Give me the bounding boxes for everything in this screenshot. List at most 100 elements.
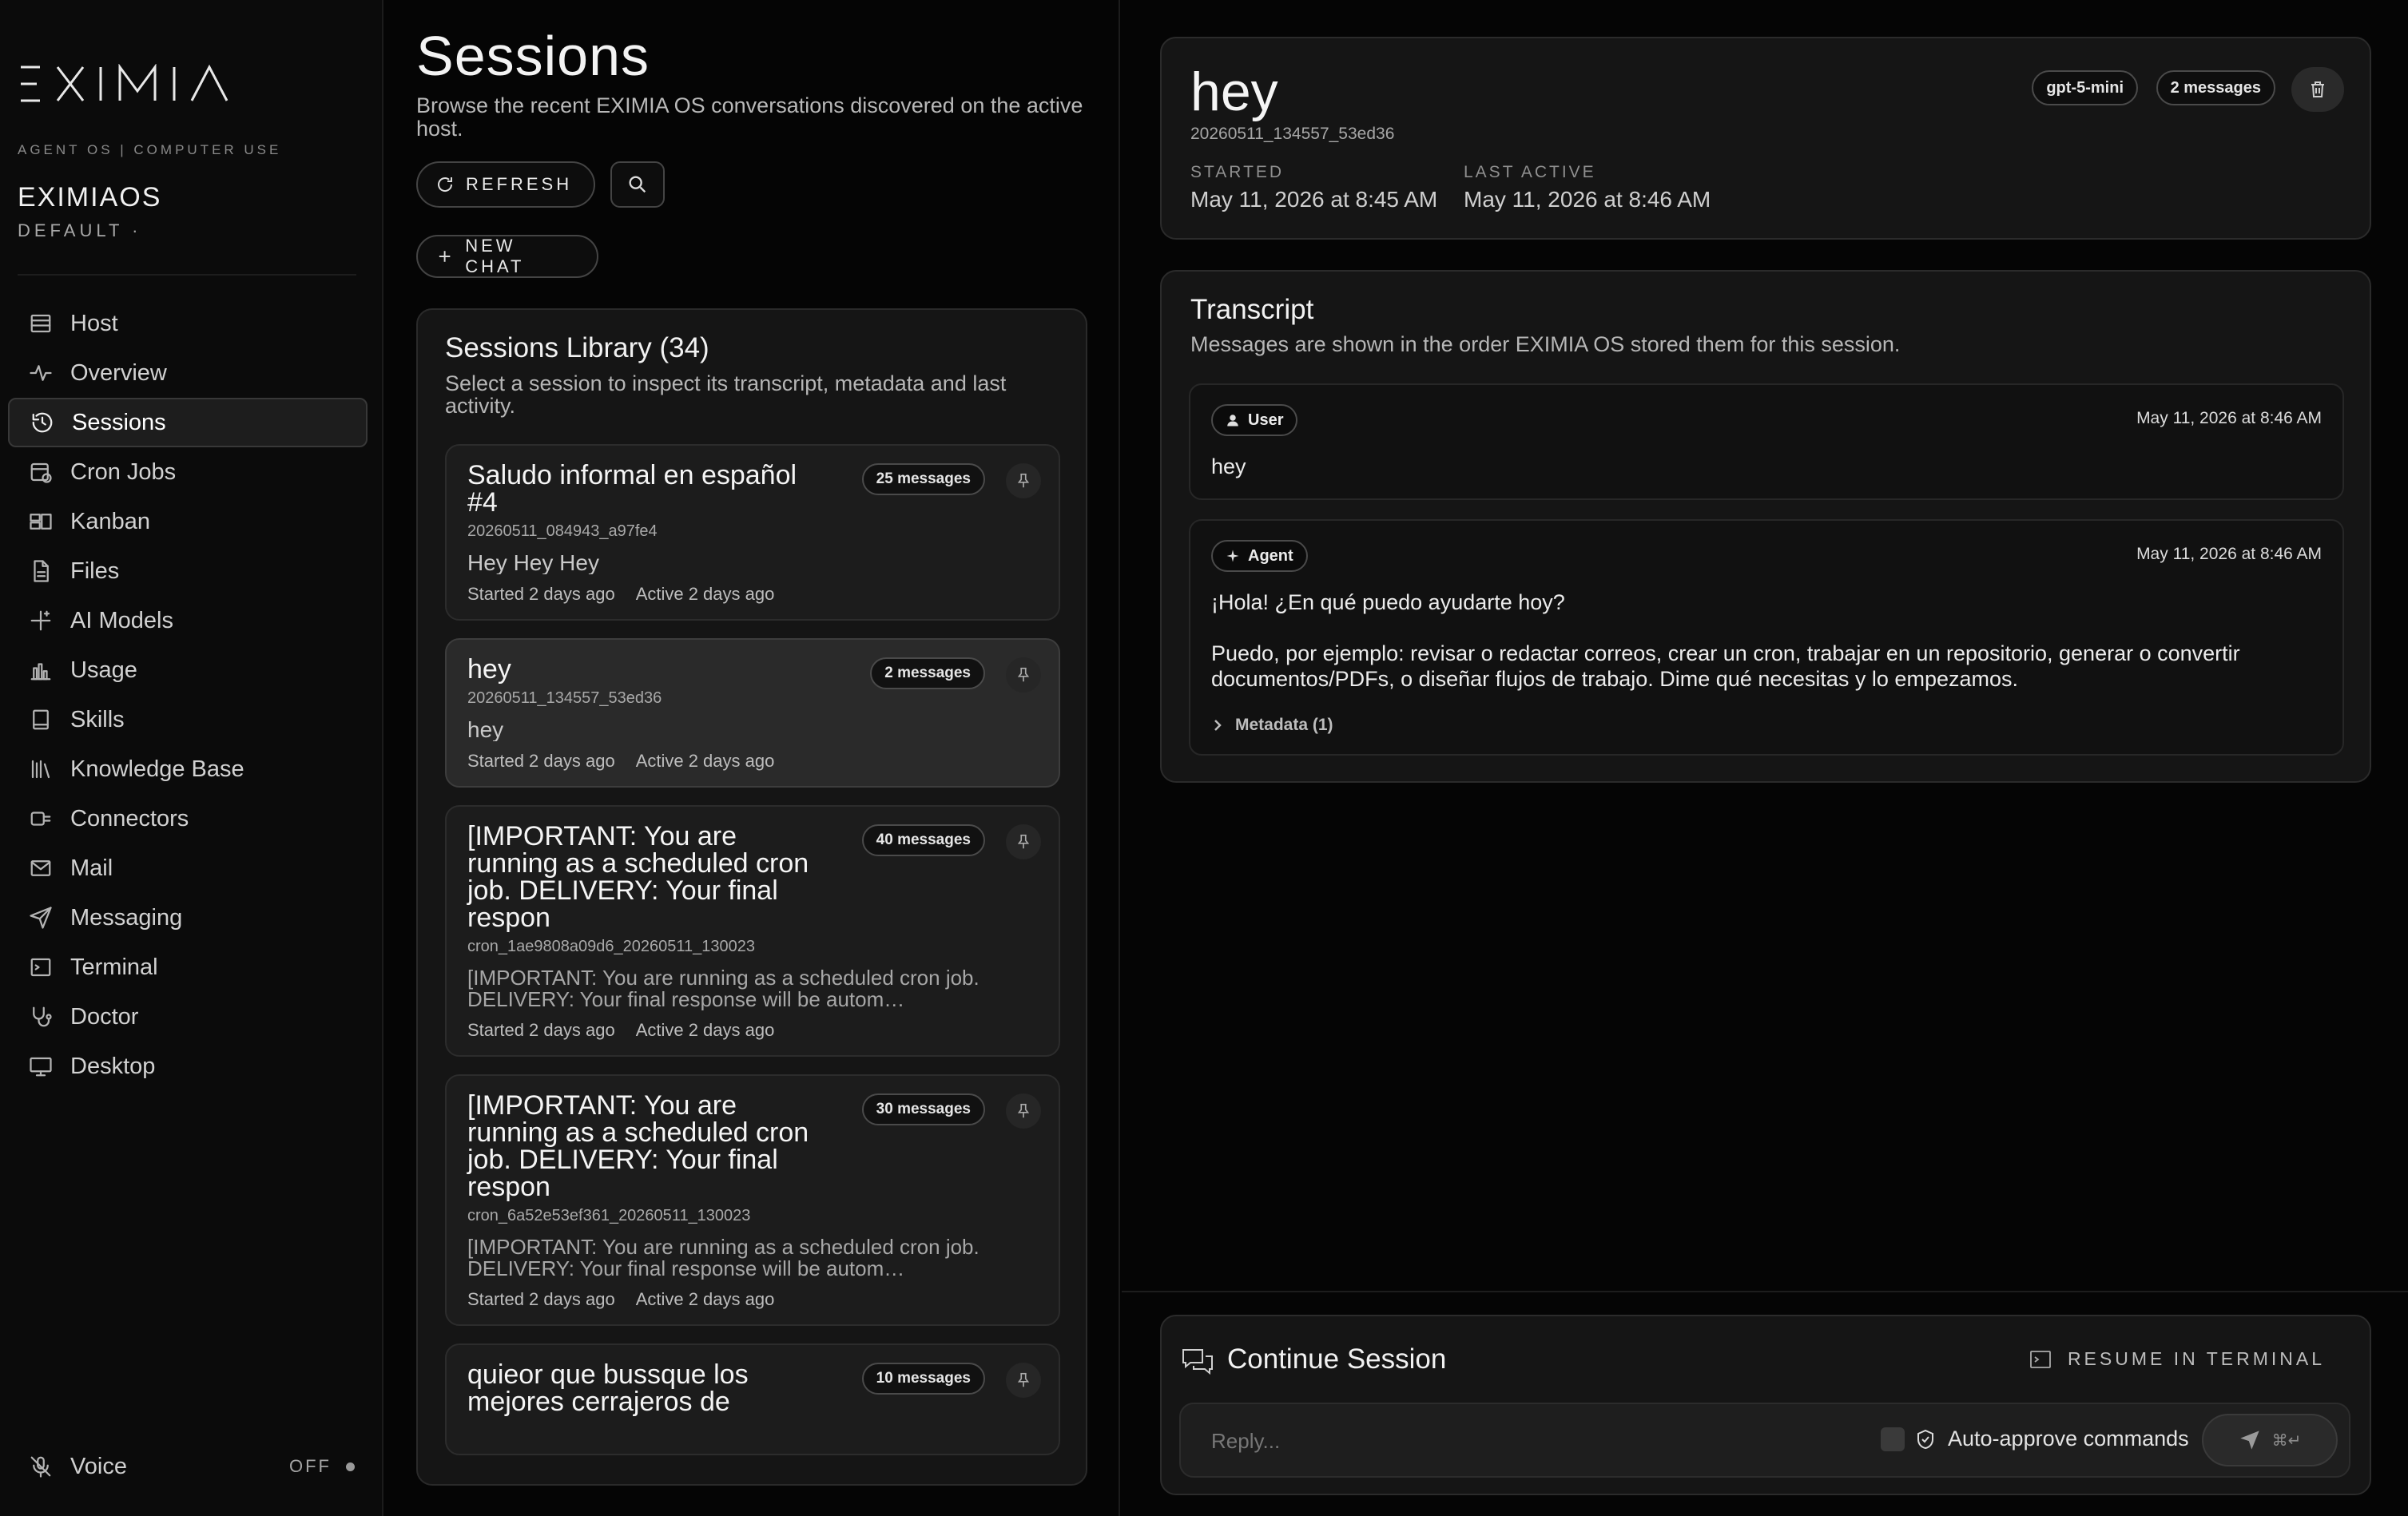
sidebar-item-files[interactable]: Files bbox=[8, 546, 368, 596]
resume-label: RESUME IN TERMINAL bbox=[2067, 1348, 2325, 1369]
session-card[interactable]: [IMPORTANT: You are running as a schedul… bbox=[445, 1074, 1060, 1326]
session-card[interactable]: Saludo informal en español #4 20260511_0… bbox=[445, 444, 1060, 621]
session-meta: Started 2 days ago Active 2 days ago bbox=[467, 1020, 1038, 1041]
message-count-badge: 10 messages bbox=[861, 1363, 985, 1395]
refresh-button[interactable]: REFRESH bbox=[416, 161, 595, 208]
message-count-badge: 40 messages bbox=[861, 824, 985, 856]
search-icon bbox=[629, 176, 646, 193]
session-card[interactable]: [IMPORTANT: You are running as a schedul… bbox=[445, 805, 1060, 1057]
sidebar-item-connectors[interactable]: Connectors bbox=[8, 794, 368, 843]
sidebar-item-overview[interactable]: Overview bbox=[8, 348, 368, 398]
sidebar-item-skills[interactable]: Skills bbox=[8, 695, 368, 744]
pin-button[interactable] bbox=[1006, 1363, 1041, 1398]
workspace-profile[interactable]: DEFAULT · bbox=[18, 220, 141, 241]
delete-session-button[interactable] bbox=[2291, 67, 2344, 112]
continue-session-title: Continue Session bbox=[1227, 1343, 1447, 1375]
sidebar-item-knowledge-base[interactable]: Knowledge Base bbox=[8, 744, 368, 794]
auto-approve-label: Auto-approve commands bbox=[1948, 1427, 2189, 1451]
sessions-panel: Sessions Browse the recent EXIMIA OS con… bbox=[385, 0, 1120, 1516]
last-active-label: LAST ACTIVE bbox=[1464, 163, 1596, 181]
session-header-card: hey 20260511_134557_53ed36 STARTED May 1… bbox=[1160, 37, 2371, 240]
pin-button[interactable] bbox=[1006, 824, 1041, 859]
voice-label: Voice bbox=[70, 1453, 127, 1479]
shield-check-icon bbox=[1917, 1429, 1933, 1449]
file-icon bbox=[27, 558, 54, 585]
message-count-badge: 2 messages bbox=[870, 657, 985, 689]
pin-button[interactable] bbox=[1006, 657, 1041, 693]
session-title: Saludo informal en español #4 bbox=[467, 460, 797, 518]
sidebar-item-desktop[interactable]: Desktop bbox=[8, 1042, 368, 1091]
continue-session-card: Continue Session RESUME IN TERMINAL Auto… bbox=[1160, 1315, 2371, 1495]
new-chat-label: NEW CHAT bbox=[465, 236, 525, 276]
session-card[interactable]: quieor que bussque los mejores cerrajero… bbox=[445, 1343, 1060, 1455]
resume-in-terminal-button[interactable]: RESUME IN TERMINAL bbox=[2029, 1348, 2325, 1370]
sidebar-item-usage[interactable]: Usage bbox=[8, 645, 368, 695]
metadata-toggle[interactable]: Metadata (1) bbox=[1211, 716, 1333, 735]
model-badge: gpt-5-mini bbox=[2032, 70, 2138, 105]
sidebar-divider bbox=[18, 274, 356, 276]
pin-icon bbox=[1017, 667, 1030, 682]
message-text: ¡Hola! ¿En qué puedo ayudarte hoy? bbox=[1211, 590, 1565, 614]
auto-approve-toggle[interactable]: Auto-approve commands bbox=[1881, 1427, 2189, 1451]
session-meta: Started 2 days ago Active 2 days ago bbox=[467, 1289, 1038, 1310]
sidebar-item-label: Terminal bbox=[70, 954, 158, 980]
sidebar-item-label: Connectors bbox=[70, 805, 189, 831]
sidebar-item-label: Overview bbox=[70, 359, 167, 386]
session-detail-title: hey bbox=[1190, 62, 1278, 122]
session-started: Started 2 days ago bbox=[467, 1020, 615, 1040]
pin-icon bbox=[1017, 1103, 1030, 1118]
chevron-right-icon bbox=[1214, 720, 1222, 731]
message-time: May 11, 2026 at 8:46 AM bbox=[2136, 409, 2322, 427]
sidebar-item-terminal[interactable]: Terminal bbox=[8, 943, 368, 992]
sidebar-item-label: Cron Jobs bbox=[70, 458, 177, 485]
sidebar-item-label: Knowledge Base bbox=[70, 756, 244, 782]
metadata-label: Metadata (1) bbox=[1235, 716, 1333, 734]
reply-composer: Auto-approve commands ⌘↵ bbox=[1179, 1403, 2350, 1478]
sidebar-item-mail[interactable]: Mail bbox=[8, 843, 368, 893]
search-button[interactable] bbox=[610, 161, 665, 208]
last-active-value: May 11, 2026 at 8:46 AM bbox=[1464, 187, 1711, 212]
session-id: cron_1ae9808a09d6_20260511_130023 bbox=[467, 938, 755, 955]
auto-approve-checkbox[interactable] bbox=[1881, 1427, 1905, 1451]
sidebar-item-label: Desktop bbox=[70, 1053, 156, 1079]
role-badge-agent: Agent bbox=[1211, 540, 1308, 572]
role-label: User bbox=[1248, 411, 1284, 429]
session-id: 20260511_084943_a97fe4 bbox=[467, 522, 658, 540]
new-chat-button[interactable]: NEW CHAT bbox=[416, 235, 598, 278]
server-icon bbox=[27, 310, 54, 337]
sidebar-item-cron-jobs[interactable]: Cron Jobs bbox=[8, 447, 368, 497]
library-title: Sessions Library (34) bbox=[445, 332, 709, 363]
sidebar-item-messaging[interactable]: Messaging bbox=[8, 893, 368, 943]
sidebar: AGENT OS | COMPUTER USE EXIMIAOS DEFAULT… bbox=[0, 0, 383, 1516]
sidebar-item-ai-models[interactable]: AI Models bbox=[8, 596, 368, 645]
voice-state: OFF bbox=[289, 1456, 332, 1476]
pin-button[interactable] bbox=[1006, 1093, 1041, 1129]
bar-chart-icon bbox=[27, 657, 54, 684]
reply-input[interactable] bbox=[1194, 1417, 1833, 1465]
pin-button[interactable] bbox=[1006, 463, 1041, 498]
page-subtitle: Browse the recent EXIMIA OS conversation… bbox=[416, 93, 1083, 141]
refresh-label: REFRESH bbox=[466, 174, 573, 194]
session-preview: Hey Hey Hey bbox=[467, 552, 599, 574]
sidebar-item-label: Usage bbox=[70, 657, 137, 683]
kanban-icon bbox=[27, 508, 54, 535]
sidebar-item-label: Skills bbox=[70, 706, 125, 732]
mic-off-icon bbox=[27, 1453, 54, 1480]
sidebar-item-sessions[interactable]: Sessions bbox=[8, 398, 368, 447]
calendar-clock-icon bbox=[27, 458, 54, 486]
sidebar-item-kanban[interactable]: Kanban bbox=[8, 497, 368, 546]
plus-icon bbox=[439, 251, 451, 262]
session-detail-id: 20260511_134557_53ed36 bbox=[1190, 125, 1395, 143]
sidebar-item-label: Host bbox=[70, 310, 118, 336]
history-icon bbox=[29, 409, 56, 436]
send-button[interactable]: ⌘↵ bbox=[2202, 1414, 2338, 1466]
session-card-selected[interactable]: hey 20260511_134557_53ed36 hey Started 2… bbox=[445, 638, 1060, 788]
voice-toggle[interactable]: Voice OFF bbox=[27, 1447, 355, 1486]
started-value: May 11, 2026 at 8:45 AM bbox=[1190, 187, 1438, 212]
sidebar-item-host[interactable]: Host bbox=[8, 299, 368, 348]
sidebar-item-label: Files bbox=[70, 558, 120, 584]
sidebar-item-doctor[interactable]: Doctor bbox=[8, 992, 368, 1042]
library-icon bbox=[27, 756, 54, 783]
sidebar-nav: Host Overview Sessions Cron Jobs Kanban … bbox=[8, 299, 368, 1091]
session-title: quieor que bussque los mejores cerrajero… bbox=[467, 1359, 749, 1417]
